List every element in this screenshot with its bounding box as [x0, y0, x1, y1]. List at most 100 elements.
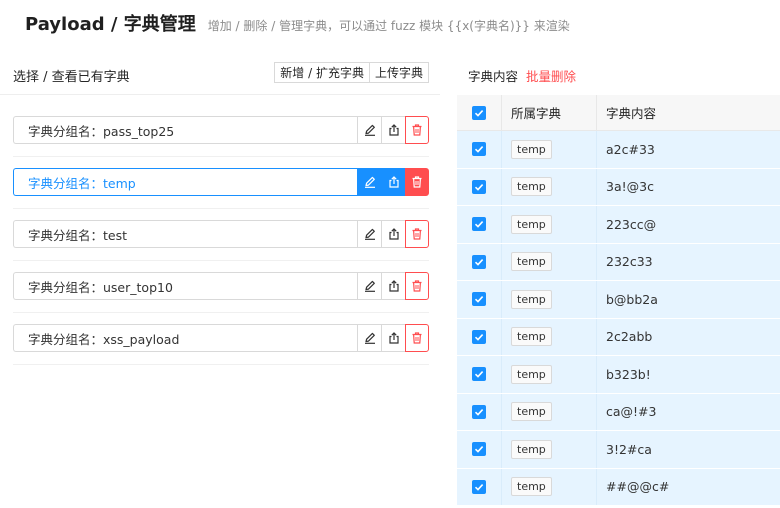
check-icon: [474, 446, 484, 453]
dict-tag: temp: [511, 289, 552, 309]
dict-tag: temp: [511, 364, 552, 384]
table-row[interactable]: temp b323b!: [457, 356, 780, 394]
row-checkbox[interactable]: [472, 292, 486, 307]
dictionary-group-label[interactable]: 字典分组名：user_top10: [13, 272, 357, 300]
check-icon: [474, 483, 484, 491]
column-header-dict: 所属字典: [502, 95, 597, 130]
dictionary-group-label[interactable]: 字典分组名：test: [13, 220, 357, 248]
left-panel-header: 选择 / 查看已有字典 新增 / 扩充字典 上传字典: [13, 61, 429, 85]
export-dictionary-button[interactable]: [381, 324, 405, 352]
select-all-checkbox[interactable]: [472, 105, 486, 120]
dict-content-cell: b323b!: [606, 366, 651, 382]
delete-dictionary-button[interactable]: [405, 168, 429, 196]
dict-content-cell: 3a!@3c: [606, 179, 654, 195]
add-dictionary-button[interactable]: 新增 / 扩充字典: [274, 62, 370, 83]
dictionary-group-row[interactable]: 字典分组名：xss_payload: [13, 324, 429, 365]
check-icon: [474, 109, 484, 117]
row-checkbox[interactable]: [472, 442, 486, 457]
row-checkbox[interactable]: [472, 254, 486, 269]
dictionary-group-list: 字典分组名：pass_top25 字典分组名：temp 字典分组名：test 字典分组…: [13, 116, 429, 376]
table-row[interactable]: temp a2c#33: [457, 131, 780, 169]
column-header-content: 字典内容: [606, 106, 657, 121]
export-icon: [388, 280, 399, 292]
trash-icon: [412, 176, 422, 188]
table-row[interactable]: temp 232c33: [457, 243, 780, 281]
upload-dictionary-button[interactable]: 上传字典: [368, 62, 429, 83]
table-row[interactable]: temp 2c2abb: [457, 318, 780, 356]
table-body: temp a2c#33 temp 3a!@3c temp 223cc@ temp 232c33…: [457, 131, 780, 506]
dictionary-group-label[interactable]: 字典分组名：pass_top25: [13, 116, 357, 144]
dict-tag: temp: [511, 439, 552, 459]
dictionary-group-row[interactable]: 字典分组名：user_top10: [13, 272, 429, 313]
check-icon: [474, 371, 484, 378]
export-dictionary-button[interactable]: [381, 168, 405, 196]
dict-tag: temp: [511, 139, 552, 159]
page-header: Payload / 字典管理 增加 / 删除 / 管理字典，可以通过 fuzz …: [25, 10, 570, 36]
dict-tag: temp: [511, 177, 552, 197]
table-row[interactable]: temp b@bb2a: [457, 281, 780, 319]
dict-content-cell: 232c33: [606, 254, 653, 270]
dict-content-cell: b@bb2a: [606, 291, 658, 307]
edit-dictionary-button[interactable]: [357, 168, 381, 196]
row-checkbox[interactable]: [472, 404, 486, 419]
dictionary-group-row[interactable]: 字典分组名：temp: [13, 168, 429, 209]
dictionary-group-row[interactable]: 字典分组名：pass_top25: [13, 116, 429, 157]
table-row[interactable]: temp 223cc@: [457, 206, 780, 244]
dict-tag: temp: [511, 214, 552, 234]
edit-dictionary-button[interactable]: [357, 220, 381, 248]
edit-dictionary-button[interactable]: [357, 324, 381, 352]
dict-content-cell: 2c2abb: [606, 329, 653, 345]
table-row[interactable]: temp 3a!@3c: [457, 168, 780, 206]
row-checkbox[interactable]: [472, 329, 486, 344]
dictionary-content-table: 所属字典 字典内容 temp a2c#33 temp 3a!@3c temp 223cc@…: [457, 95, 780, 506]
trash-icon: [412, 124, 422, 136]
trash-icon: [412, 332, 422, 344]
edit-dictionary-button[interactable]: [357, 272, 381, 300]
delete-dictionary-button[interactable]: [405, 272, 429, 300]
check-icon: [474, 146, 484, 153]
row-checkbox[interactable]: [472, 479, 486, 494]
dictionary-group-label[interactable]: 字典分组名：temp: [13, 168, 357, 196]
row-checkbox[interactable]: [472, 179, 486, 194]
row-checkbox[interactable]: [472, 142, 486, 157]
export-icon: [388, 124, 399, 136]
trash-icon: [412, 228, 422, 240]
table-row[interactable]: temp 3!2#ca: [457, 431, 780, 469]
right-panel-header: 字典内容 批量删除: [468, 66, 576, 85]
delete-dictionary-button[interactable]: [405, 116, 429, 144]
pencil-icon: [364, 176, 375, 188]
page-title: Payload / 字典管理: [25, 14, 196, 35]
export-dictionary-button[interactable]: [381, 272, 405, 300]
export-dictionary-button[interactable]: [381, 220, 405, 248]
table-row[interactable]: temp ##@@c#: [457, 468, 780, 506]
dictionary-group-label[interactable]: 字典分组名：xss_payload: [13, 324, 357, 352]
trash-icon: [412, 280, 422, 292]
export-icon: [388, 176, 399, 188]
left-panel-title: 选择 / 查看已有字典: [13, 70, 130, 85]
dict-content-cell: 3!2#ca: [606, 441, 652, 457]
check-icon: [474, 296, 484, 303]
row-checkbox[interactable]: [472, 367, 486, 382]
export-icon: [388, 332, 399, 344]
dict-tag: temp: [511, 327, 552, 347]
dict-content-cell: ##@@c#: [606, 479, 670, 495]
page-description: 增加 / 删除 / 管理字典，可以通过 fuzz 模块 {{x(字典名)}} 来…: [207, 19, 570, 33]
pencil-icon: [364, 280, 375, 292]
dict-content-cell: 223cc@: [606, 216, 657, 232]
delete-dictionary-button[interactable]: [405, 324, 429, 352]
export-dictionary-button[interactable]: [381, 116, 405, 144]
dict-tag: temp: [511, 252, 552, 272]
table-row[interactable]: temp ca@!#3: [457, 393, 780, 431]
batch-delete-link[interactable]: 批量删除: [526, 66, 576, 85]
check-icon: [474, 183, 484, 191]
edit-dictionary-button[interactable]: [357, 116, 381, 144]
right-panel-title: 字典内容: [468, 69, 519, 84]
row-checkbox[interactable]: [472, 217, 486, 232]
check-icon: [474, 333, 484, 341]
check-icon: [474, 221, 484, 228]
dict-content-cell: ca@!#3: [606, 404, 657, 420]
dictionary-group-row[interactable]: 字典分组名：test: [13, 220, 429, 261]
dict-tag: temp: [511, 402, 552, 422]
delete-dictionary-button[interactable]: [405, 220, 429, 248]
pencil-icon: [364, 228, 375, 240]
